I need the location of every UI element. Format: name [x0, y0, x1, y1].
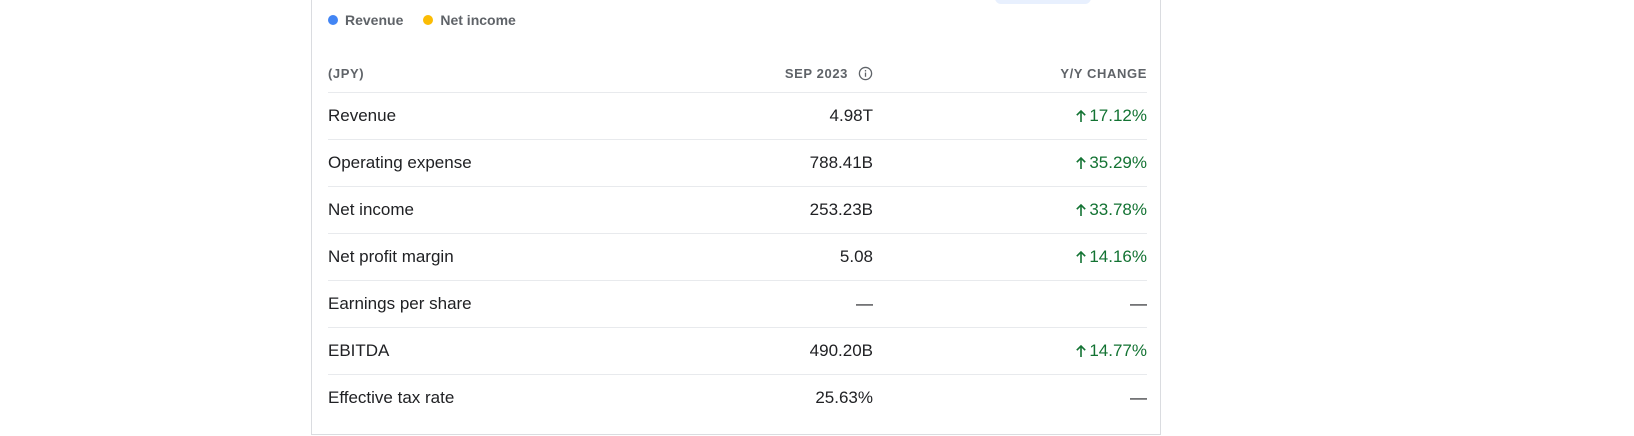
page: Revenue Net income (JPY) SEP 2023 Y/Y CH…: [0, 0, 1634, 436]
metric-value: —: [856, 294, 873, 313]
legend-item-net-income[interactable]: Net income: [423, 12, 516, 28]
revenue-dot-icon: [328, 15, 338, 25]
legend-label: Net income: [440, 12, 516, 28]
metric-name: Revenue: [328, 106, 397, 125]
change-value: 35.29%: [1089, 153, 1147, 172]
change-positive: 33.78%: [1075, 200, 1147, 220]
period-header-label: SEP 2023: [784, 65, 848, 81]
metric-value: 253.23B: [809, 200, 873, 219]
arrow-up-icon: [1076, 344, 1087, 357]
change-header: Y/Y CHANGE: [1060, 65, 1147, 81]
chart-legend: Revenue Net income: [328, 12, 536, 28]
period-toggle-button[interactable]: [995, 0, 1091, 4]
table-body: Revenue 4.98T 17.12% Operating expense 788.4…: [328, 93, 1147, 421]
change-value: 14.77%: [1089, 341, 1147, 360]
arrow-up-icon: [1076, 203, 1087, 216]
metric-value: 25.63%: [815, 388, 873, 407]
legend-item-revenue[interactable]: Revenue: [328, 12, 403, 28]
change-value: —: [1130, 388, 1147, 407]
metric-name: Effective tax rate: [328, 388, 455, 407]
info-icon[interactable]: [858, 66, 873, 81]
table-row: Revenue 4.98T 17.12%: [328, 93, 1147, 140]
table-row: Net profit margin 5.08 14.16%: [328, 234, 1147, 281]
metric-value: 490.20B: [809, 341, 873, 360]
table-row: Earnings per share — —: [328, 281, 1147, 328]
table-row: Effective tax rate 25.63% —: [328, 375, 1147, 421]
change-value: —: [1130, 294, 1147, 313]
metric-value: 788.41B: [809, 153, 873, 172]
period-header: SEP 2023: [658, 66, 873, 81]
income-statement-table: (JPY) SEP 2023 Y/Y CHANGE Revenue 4.98T 17…: [328, 54, 1147, 421]
table-row: Operating expense 788.41B 35.29%: [328, 140, 1147, 187]
metric-change: 14.77%: [873, 341, 1147, 361]
table-header: (JPY) SEP 2023 Y/Y CHANGE: [328, 54, 1147, 93]
metric-name: Net profit margin: [328, 247, 454, 266]
metric-name: Earnings per share: [328, 294, 472, 313]
currency-header: (JPY): [328, 65, 365, 81]
table-row: Net income 253.23B 33.78%: [328, 187, 1147, 234]
metric-change: —: [873, 294, 1147, 314]
metric-value: 4.98T: [829, 106, 873, 125]
metric-change: 35.29%: [873, 153, 1147, 173]
metric-name: Net income: [328, 200, 414, 219]
financials-card: Revenue Net income (JPY) SEP 2023 Y/Y CH…: [311, 0, 1161, 435]
metric-value: 5.08: [839, 247, 873, 266]
net-income-dot-icon: [423, 15, 434, 25]
legend-label: Revenue: [345, 12, 404, 28]
metric-change: —: [873, 388, 1147, 408]
change-positive: 17.12%: [1075, 106, 1147, 126]
change-value: 14.16%: [1089, 247, 1147, 266]
change-positive: 35.29%: [1075, 153, 1147, 173]
metric-name: EBITDA: [328, 341, 390, 360]
change-value: 17.12%: [1089, 106, 1147, 125]
metric-change: 14.16%: [873, 247, 1147, 267]
metric-change: 17.12%: [873, 106, 1147, 126]
change-value: 33.78%: [1089, 200, 1147, 219]
arrow-up-icon: [1076, 109, 1087, 122]
arrow-up-icon: [1076, 250, 1087, 263]
change-positive: 14.77%: [1075, 341, 1147, 361]
table-row: EBITDA 490.20B 14.77%: [328, 328, 1147, 375]
metric-name: Operating expense: [328, 153, 472, 172]
change-positive: 14.16%: [1075, 247, 1147, 267]
metric-change: 33.78%: [873, 200, 1147, 220]
arrow-up-icon: [1076, 156, 1087, 169]
